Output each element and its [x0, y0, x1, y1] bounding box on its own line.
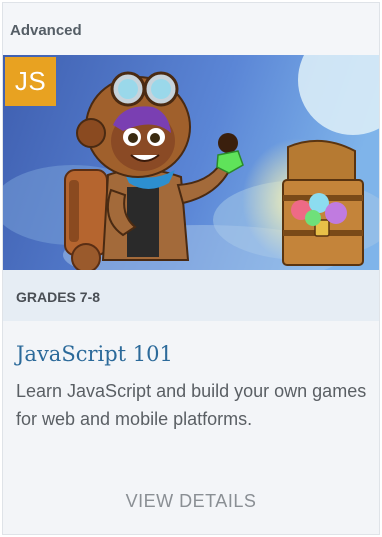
- course-title[interactable]: JavaScript 101: [16, 342, 367, 366]
- view-details-button[interactable]: VIEW DETAILS: [3, 491, 379, 512]
- hero-illustration: [3, 55, 379, 270]
- course-hero-image: JS: [3, 55, 379, 270]
- course-body: JavaScript 101 Learn JavaScript and buil…: [3, 321, 379, 433]
- course-level-label: Advanced: [3, 3, 379, 55]
- javascript-language-badge: JS: [5, 57, 56, 106]
- course-description: Learn JavaScript and build your own game…: [16, 381, 367, 429]
- course-card[interactable]: Advanced JS GRADES 7-8 JavaScript 101 Le…: [2, 2, 380, 535]
- grades-label: GRADES 7-8: [3, 270, 379, 321]
